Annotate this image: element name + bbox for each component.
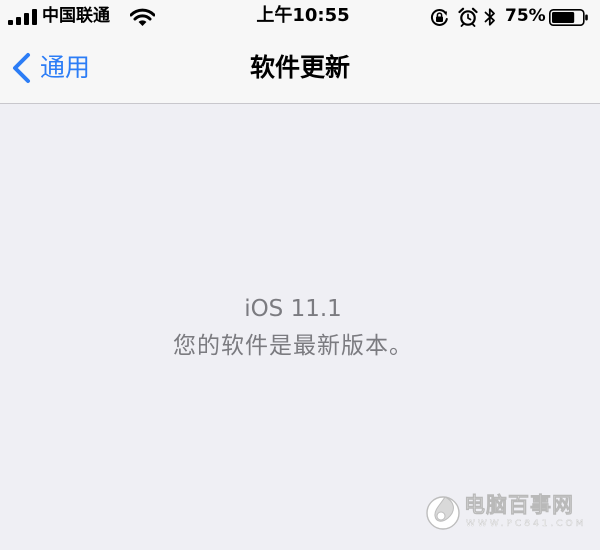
watermark: 电脑百事网 WWW.PC841.COM	[424, 490, 594, 540]
signal-icon	[8, 9, 37, 25]
chevron-left-icon	[13, 53, 30, 83]
battery-icon	[549, 9, 588, 26]
back-button[interactable]: 通用	[10, 50, 90, 86]
back-button-label: 通用	[40, 53, 91, 82]
carrier-name: 中国联通	[42, 6, 110, 26]
battery-fill	[552, 12, 575, 23]
alarm-icon	[458, 7, 478, 27]
top-bar: 中国联通 上午10:55 75% 通用 软件更新	[0, 0, 600, 104]
page-title: 软件更新	[249, 53, 350, 82]
watermark-url: WWW.PC841.COM	[466, 519, 587, 529]
wifi-icon	[130, 8, 155, 26]
bluetooth-icon	[484, 8, 495, 26]
ios-version: iOS 11.1	[244, 296, 342, 322]
watermark-logo-icon	[426, 496, 460, 530]
up-to-date-message: 您的软件是最新版本。	[173, 333, 413, 359]
battery-percentage: 75%	[505, 6, 546, 26]
status-time: 上午10:55	[256, 5, 350, 26]
watermark-text: 电脑百事网	[464, 493, 574, 518]
navigation-bar: 通用 软件更新	[0, 34, 600, 103]
rotation-lock-icon	[430, 8, 448, 26]
software-update-content: iOS 11.1 您的软件是最新版本。	[0, 104, 600, 550]
status-bar: 中国联通 上午10:55 75%	[0, 0, 600, 34]
